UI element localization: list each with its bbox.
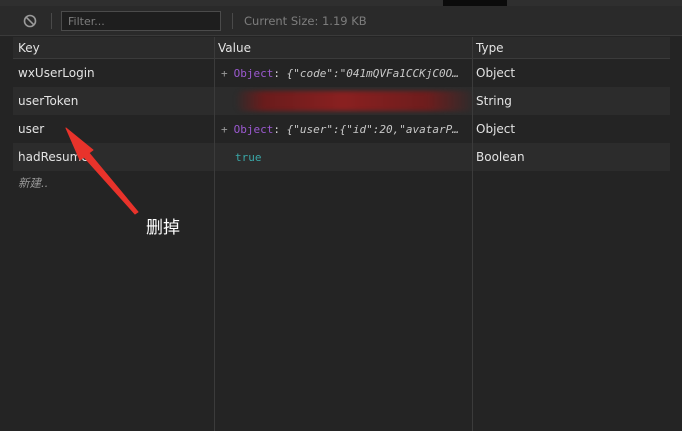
redacted-value (235, 91, 475, 111)
column-header-value[interactable]: Value (218, 41, 251, 55)
row-type: String (476, 94, 512, 108)
row-key: user (18, 122, 45, 136)
toolbar-separator (232, 13, 233, 29)
toolbar-separator (51, 13, 52, 29)
new-entry-placeholder[interactable]: 新建.. (18, 175, 48, 191)
row-value: + Object: {"user":{"id":20,"avatarP… (221, 123, 459, 136)
expand-icon[interactable]: + (221, 67, 228, 80)
current-size-label: Current Size: 1.19 KB (244, 14, 367, 28)
row-type: Boolean (476, 150, 525, 164)
row-value: + Object: {"code":"041mQVFa1CCKjC0O… (221, 67, 459, 80)
row-value: true (235, 151, 262, 164)
row-key: userToken (18, 94, 79, 108)
column-header-key[interactable]: Key (18, 41, 40, 55)
column-divider (214, 37, 215, 431)
column-divider (472, 37, 473, 431)
storage-toolbar: Current Size: 1.19 KB (0, 6, 682, 36)
table-row[interactable]: userToken String (13, 87, 670, 115)
table-header: Key Value Type (13, 37, 670, 59)
row-key: hadResume (18, 150, 89, 164)
row-key: wxUserLogin (18, 66, 95, 80)
column-header-type[interactable]: Type (476, 41, 504, 55)
table-row[interactable]: wxUserLogin + Object: {"code":"041mQVFa1C… (13, 59, 670, 87)
expand-icon[interactable]: + (221, 123, 228, 136)
row-type: Object (476, 66, 516, 80)
clear-icon[interactable] (22, 13, 38, 29)
table-row[interactable]: hadResume true Boolean (13, 143, 670, 171)
table-row[interactable]: user + Object: {"user":{"id":20,"avatarP…… (13, 115, 670, 143)
storage-table: Key Value Type wxUserLogin + Object: {"co… (13, 37, 670, 431)
annotation-label: 删掉 (146, 218, 180, 238)
row-type: Object (476, 122, 516, 136)
filter-input[interactable] (61, 11, 221, 31)
